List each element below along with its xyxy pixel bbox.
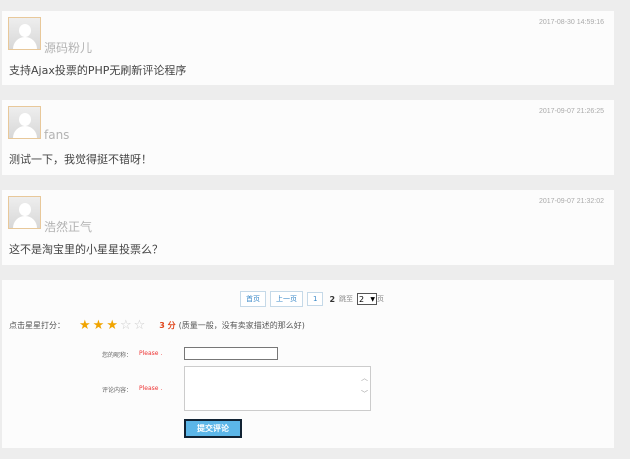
current-page: 2 (329, 294, 336, 304)
first-page-link[interactable]: 首页 (240, 291, 266, 307)
rating-description: (质量一般，没有卖家描述的那么好) (178, 321, 305, 330)
avatar (8, 17, 41, 50)
scroll-up-icon[interactable]: ︿ (361, 373, 368, 383)
comment-item: 源码粉儿 2017-08-30 14:59:16 支持Ajax投票的PHP无刷新… (2, 11, 614, 85)
avatar (8, 196, 41, 229)
star-icon[interactable]: ★ (79, 318, 91, 333)
page-select-value: 2 (359, 294, 365, 304)
prev-page-link[interactable]: 上一页 (270, 291, 303, 307)
avatar (8, 106, 41, 139)
comment-text: 支持Ajax投票的PHP无刷新评论程序 (9, 64, 187, 77)
content-hint: Please . (139, 385, 163, 392)
pagination: 首页 上一页 1 2 跳至 2 ▼ 页 (240, 291, 384, 307)
star-rating[interactable]: ★ ★ ★ ☆ ☆ (79, 318, 147, 333)
comment-author: 浩然正气 (44, 220, 93, 234)
nickname-label: 您的昵称： (102, 352, 133, 359)
comment-author: 源码粉儿 (44, 41, 93, 55)
star-icon[interactable]: ★ (106, 318, 118, 333)
nickname-input[interactable] (184, 347, 278, 360)
content-label: 评论内容： (102, 387, 133, 394)
page-select[interactable]: 2 ▼ (357, 293, 378, 305)
comment-text: 测试一下，我觉得挺不错呀！ (9, 153, 152, 166)
comment-author: fans (44, 128, 70, 142)
jump-label: 跳至 (339, 295, 354, 303)
comment-time: 2017-09-07 21:32:02 (539, 198, 604, 205)
chevron-down-icon: ▼ (370, 295, 376, 303)
comment-item: fans 2017-09-07 21:26:25 测试一下，我觉得挺不错呀！ (2, 100, 614, 175)
rating-score: 3 分 (159, 321, 176, 330)
comment-item: 浩然正气 2017-09-07 21:32:02 这不是淘宝里的小星星投票么？ (2, 190, 614, 265)
comment-time: 2017-08-30 14:59:16 (539, 19, 604, 26)
rating-label: 点击星星打分： (9, 321, 65, 330)
comment-time: 2017-09-07 21:26:25 (539, 108, 604, 115)
scroll-down-icon[interactable]: ﹀ (361, 389, 368, 399)
star-icon[interactable]: ☆ (120, 318, 132, 333)
content-textarea[interactable]: ︿ ﹀ (184, 366, 371, 411)
jump-suffix: 页 (377, 295, 385, 303)
star-icon[interactable]: ☆ (134, 318, 146, 333)
page-1-link[interactable]: 1 (307, 292, 324, 306)
comment-text: 这不是淘宝里的小星星投票么？ (9, 243, 163, 256)
comment-form: 首页 上一页 1 2 跳至 2 ▼ 页 点击星星打分： ★ ★ ★ ☆ ☆ 3 分 (质量… (2, 280, 614, 448)
star-icon[interactable]: ★ (93, 318, 105, 333)
rating-row: 点击星星打分： ★ ★ ★ ☆ ☆ 3 分 (质量一般，没有卖家描述的那么好) (9, 318, 305, 333)
nickname-hint: Please . (139, 350, 163, 357)
submit-comment-button[interactable]: 提交评论 (184, 419, 242, 438)
